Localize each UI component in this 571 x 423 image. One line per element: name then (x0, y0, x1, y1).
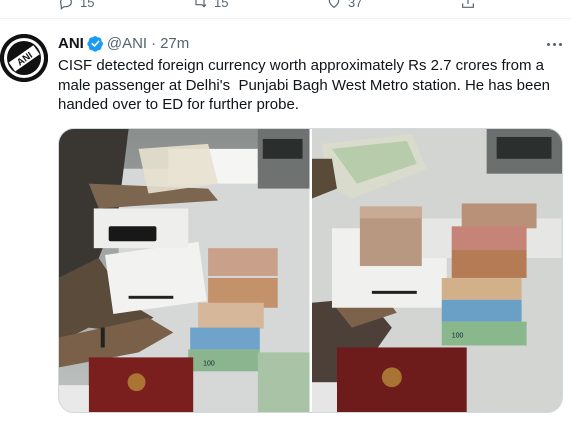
reply-action[interactable]: 15 (58, 0, 94, 10)
author-handle[interactable]: @ANI (107, 35, 147, 52)
like-count: 37 (348, 0, 363, 10)
retweet-action[interactable]: 15 (192, 0, 228, 10)
tweet-media: 100 100 (58, 128, 563, 413)
more-options-button[interactable] (544, 36, 564, 52)
avatar[interactable]: ANI (0, 34, 48, 82)
retweet-icon (195, 0, 207, 8)
currency-photo-left: 100 (59, 129, 310, 412)
reply-icon (60, 0, 72, 10)
tweet-header: ANI @ANI · 27m (58, 35, 189, 52)
previous-tweet-actions: 15 15 37 (0, 0, 571, 18)
tweet-photo-2[interactable]: 100 (311, 129, 562, 412)
ani-logo-icon: ANI (0, 34, 48, 82)
tweet-photo-1[interactable]: 100 (59, 129, 310, 412)
tweet-divider (0, 18, 571, 19)
reply-count: 15 (80, 0, 95, 10)
heart-icon (328, 0, 340, 9)
author-name[interactable]: ANI (58, 35, 84, 52)
more-icon (546, 42, 550, 46)
separator-dot: · (151, 35, 157, 52)
verified-badge-icon (87, 36, 103, 52)
banknote-label: 100 (203, 360, 215, 367)
currency-photo-right: 100 (311, 129, 562, 412)
tweet-timestamp[interactable]: 27m (160, 35, 189, 52)
retweet-count: 15 (214, 0, 229, 10)
share-action[interactable] (460, 0, 476, 10)
tweet-text: CISF detected foreign currency worth app… (58, 57, 555, 113)
share-icon (462, 0, 474, 8)
banknote-label: 100 (451, 333, 463, 340)
like-action[interactable]: 37 (326, 0, 362, 10)
